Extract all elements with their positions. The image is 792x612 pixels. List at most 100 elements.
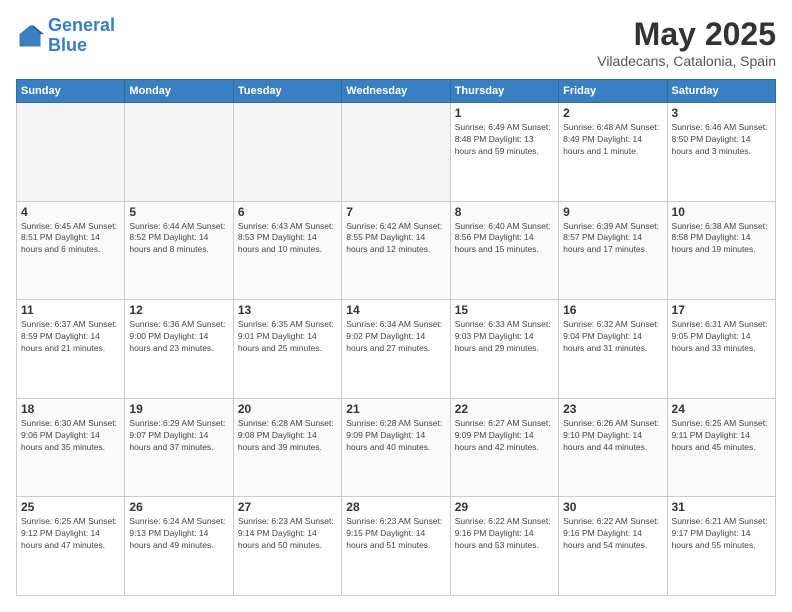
day-number: 11 (21, 303, 120, 317)
calendar-cell: 4 Sunrise: 6:45 AM Sunset: 8:51 PM Daylig… (17, 201, 125, 300)
calendar-cell (342, 103, 450, 202)
day-number: 6 (238, 205, 337, 219)
calendar-week-row: 4 Sunrise: 6:45 AM Sunset: 8:51 PM Daylig… (17, 201, 776, 300)
day-info: Sunrise: 6:23 AM Sunset: 9:15 PM Dayligh… (346, 516, 445, 552)
day-info: Sunrise: 6:45 AM Sunset: 8:51 PM Dayligh… (21, 221, 120, 257)
calendar-cell: 27 Sunrise: 6:23 AM Sunset: 9:14 PM Dayli… (233, 497, 341, 596)
calendar-cell: 12 Sunrise: 6:36 AM Sunset: 9:00 PM Dayli… (125, 300, 233, 399)
day-info: Sunrise: 6:22 AM Sunset: 9:16 PM Dayligh… (563, 516, 662, 552)
calendar-cell: 30 Sunrise: 6:22 AM Sunset: 9:16 PM Dayli… (559, 497, 667, 596)
day-number: 17 (672, 303, 771, 317)
calendar-cell: 16 Sunrise: 6:32 AM Sunset: 9:04 PM Dayli… (559, 300, 667, 399)
day-number: 14 (346, 303, 445, 317)
day-info: Sunrise: 6:27 AM Sunset: 9:09 PM Dayligh… (455, 418, 554, 454)
day-number: 5 (129, 205, 228, 219)
day-number: 30 (563, 500, 662, 514)
calendar-cell: 22Sunrise: 6:27 AM Sunset: 9:09 PM Dayli… (450, 398, 558, 497)
calendar-header-row: SundayMondayTuesdayWednesdayThursdayFrid… (17, 80, 776, 103)
day-info: Sunrise: 6:42 AM Sunset: 8:55 PM Dayligh… (346, 221, 445, 257)
calendar-cell: 2 Sunrise: 6:48 AM Sunset: 8:49 PM Daylig… (559, 103, 667, 202)
day-info: Sunrise: 6:21 AM Sunset: 9:17 PM Dayligh… (672, 516, 771, 552)
calendar-week-row: 11Sunrise: 6:37 AM Sunset: 8:59 PM Dayli… (17, 300, 776, 399)
day-number: 25 (21, 500, 120, 514)
calendar-cell: 14Sunrise: 6:34 AM Sunset: 9:02 PM Dayli… (342, 300, 450, 399)
day-number: 2 (563, 106, 662, 120)
day-info: Sunrise: 6:25 AM Sunset: 9:12 PM Dayligh… (21, 516, 120, 552)
calendar-cell: 31 Sunrise: 6:21 AM Sunset: 9:17 PM Dayli… (667, 497, 775, 596)
calendar-cell: 24 Sunrise: 6:25 AM Sunset: 9:11 PM Dayli… (667, 398, 775, 497)
calendar-week-row: 18Sunrise: 6:30 AM Sunset: 9:06 PM Dayli… (17, 398, 776, 497)
calendar-cell: 19Sunrise: 6:29 AM Sunset: 9:07 PM Dayli… (125, 398, 233, 497)
day-number: 23 (563, 402, 662, 416)
calendar-cell (125, 103, 233, 202)
logo-blue: Blue (48, 35, 87, 55)
calendar-cell: 15Sunrise: 6:33 AM Sunset: 9:03 PM Dayli… (450, 300, 558, 399)
day-info: Sunrise: 6:25 AM Sunset: 9:11 PM Dayligh… (672, 418, 771, 454)
calendar-cell: 3 Sunrise: 6:46 AM Sunset: 8:50 PM Daylig… (667, 103, 775, 202)
day-number: 8 (455, 205, 554, 219)
subtitle: Viladecans, Catalonia, Spain (597, 53, 776, 69)
calendar-cell: 25 Sunrise: 6:25 AM Sunset: 9:12 PM Dayli… (17, 497, 125, 596)
day-number: 27 (238, 500, 337, 514)
day-info: Sunrise: 6:36 AM Sunset: 9:00 PM Dayligh… (129, 319, 228, 355)
calendar-cell: 5 Sunrise: 6:44 AM Sunset: 8:52 PM Daylig… (125, 201, 233, 300)
day-info: Sunrise: 6:32 AM Sunset: 9:04 PM Dayligh… (563, 319, 662, 355)
day-number: 26 (129, 500, 228, 514)
day-info: Sunrise: 6:28 AM Sunset: 9:09 PM Dayligh… (346, 418, 445, 454)
calendar-cell: 29Sunrise: 6:22 AM Sunset: 9:16 PM Dayli… (450, 497, 558, 596)
weekday-header: Friday (559, 80, 667, 103)
day-info: Sunrise: 6:22 AM Sunset: 9:16 PM Dayligh… (455, 516, 554, 552)
day-number: 31 (672, 500, 771, 514)
day-number: 3 (672, 106, 771, 120)
calendar-cell: 20Sunrise: 6:28 AM Sunset: 9:08 PM Dayli… (233, 398, 341, 497)
calendar-cell: 28Sunrise: 6:23 AM Sunset: 9:15 PM Dayli… (342, 497, 450, 596)
weekday-header: Sunday (17, 80, 125, 103)
calendar-cell: 26Sunrise: 6:24 AM Sunset: 9:13 PM Dayli… (125, 497, 233, 596)
day-number: 9 (563, 205, 662, 219)
header: General Blue May 2025 Viladecans, Catalo… (16, 16, 776, 69)
day-number: 16 (563, 303, 662, 317)
day-number: 13 (238, 303, 337, 317)
calendar-cell: 18Sunrise: 6:30 AM Sunset: 9:06 PM Dayli… (17, 398, 125, 497)
day-number: 19 (129, 402, 228, 416)
main-title: May 2025 (597, 16, 776, 53)
calendar-week-row: 1 Sunrise: 6:49 AM Sunset: 8:48 PM Daylig… (17, 103, 776, 202)
day-info: Sunrise: 6:28 AM Sunset: 9:08 PM Dayligh… (238, 418, 337, 454)
calendar-table: SundayMondayTuesdayWednesdayThursdayFrid… (16, 79, 776, 596)
logo: General Blue (16, 16, 115, 56)
calendar-cell: 11Sunrise: 6:37 AM Sunset: 8:59 PM Dayli… (17, 300, 125, 399)
day-info: Sunrise: 6:39 AM Sunset: 8:57 PM Dayligh… (563, 221, 662, 257)
logo-text: General Blue (48, 16, 115, 56)
day-number: 24 (672, 402, 771, 416)
day-info: Sunrise: 6:49 AM Sunset: 8:48 PM Dayligh… (455, 122, 554, 158)
weekday-header: Wednesday (342, 80, 450, 103)
calendar-week-row: 25 Sunrise: 6:25 AM Sunset: 9:12 PM Dayli… (17, 497, 776, 596)
day-info: Sunrise: 6:43 AM Sunset: 8:53 PM Dayligh… (238, 221, 337, 257)
day-info: Sunrise: 6:38 AM Sunset: 8:58 PM Dayligh… (672, 221, 771, 257)
weekday-header: Monday (125, 80, 233, 103)
day-number: 18 (21, 402, 120, 416)
day-number: 15 (455, 303, 554, 317)
day-number: 4 (21, 205, 120, 219)
calendar-cell: 17Sunrise: 6:31 AM Sunset: 9:05 PM Dayli… (667, 300, 775, 399)
logo-general: General (48, 15, 115, 35)
title-block: May 2025 Viladecans, Catalonia, Spain (597, 16, 776, 69)
day-number: 7 (346, 205, 445, 219)
calendar-cell: 13Sunrise: 6:35 AM Sunset: 9:01 PM Dayli… (233, 300, 341, 399)
calendar-cell: 21Sunrise: 6:28 AM Sunset: 9:09 PM Dayli… (342, 398, 450, 497)
day-number: 1 (455, 106, 554, 120)
calendar-cell (233, 103, 341, 202)
day-info: Sunrise: 6:23 AM Sunset: 9:14 PM Dayligh… (238, 516, 337, 552)
calendar-cell: 7 Sunrise: 6:42 AM Sunset: 8:55 PM Daylig… (342, 201, 450, 300)
calendar-cell: 10 Sunrise: 6:38 AM Sunset: 8:58 PM Dayli… (667, 201, 775, 300)
page: General Blue May 2025 Viladecans, Catalo… (0, 0, 792, 612)
day-info: Sunrise: 6:48 AM Sunset: 8:49 PM Dayligh… (563, 122, 662, 158)
calendar-cell (17, 103, 125, 202)
weekday-header: Thursday (450, 80, 558, 103)
day-number: 10 (672, 205, 771, 219)
day-info: Sunrise: 6:26 AM Sunset: 9:10 PM Dayligh… (563, 418, 662, 454)
day-info: Sunrise: 6:44 AM Sunset: 8:52 PM Dayligh… (129, 221, 228, 257)
weekday-header: Saturday (667, 80, 775, 103)
day-info: Sunrise: 6:46 AM Sunset: 8:50 PM Dayligh… (672, 122, 771, 158)
day-number: 12 (129, 303, 228, 317)
